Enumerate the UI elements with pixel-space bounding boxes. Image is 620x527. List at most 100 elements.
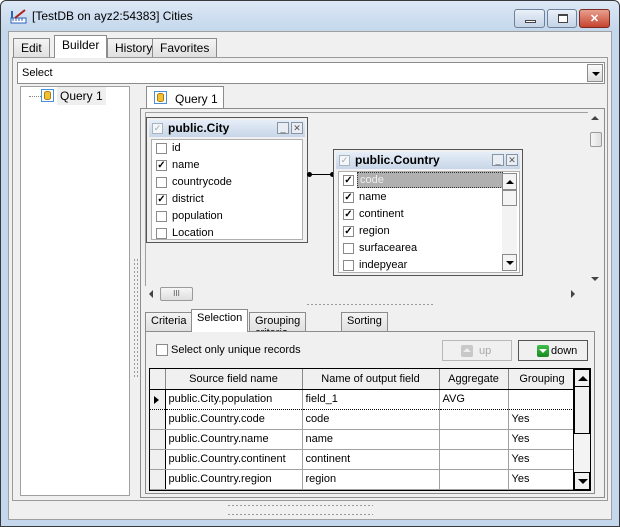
cell-aggregate[interactable] [439, 449, 509, 470]
chevron-down-icon[interactable] [587, 64, 603, 82]
minimize-table-icon[interactable]: _ [277, 122, 289, 134]
cell-aggregate[interactable] [439, 469, 509, 490]
tab-sorting[interactable]: Sorting [341, 312, 388, 331]
table-select-all-checkbox[interactable]: ✓ [339, 155, 350, 166]
table-row[interactable]: public.City.population field_1 AVG [150, 388, 577, 410]
tab-edit[interactable]: Edit [13, 38, 50, 57]
minimize-table-icon[interactable]: _ [492, 154, 504, 166]
table-public-country[interactable]: ✓ public.Country _ ✕ ✓ code ✓ name ✓ contin… [333, 149, 523, 276]
field-checkbox[interactable] [156, 177, 167, 188]
scroll-up-icon[interactable] [591, 116, 599, 120]
move-down-button[interactable]: down [518, 340, 588, 361]
cell-grouping[interactable]: Yes [508, 409, 577, 430]
close-table-icon[interactable]: ✕ [506, 154, 518, 166]
scroll-thumb[interactable] [574, 386, 590, 434]
cell-source-field[interactable]: public.Country.region [165, 469, 303, 490]
bottom-splitter[interactable] [227, 513, 373, 517]
scroll-right-icon[interactable] [571, 290, 575, 298]
scroll-thumb[interactable] [502, 190, 517, 206]
column-header-aggregate[interactable]: Aggregate [439, 369, 509, 390]
cell-source-field[interactable]: public.City.population [165, 388, 303, 410]
field-checkbox[interactable]: ✓ [156, 194, 167, 205]
tab-query-1[interactable]: Query 1 [146, 86, 224, 109]
field-checkbox[interactable]: ✓ [343, 209, 354, 220]
cell-source-field[interactable]: public.Country.code [165, 409, 303, 430]
field-checkbox[interactable] [343, 243, 354, 254]
field-row[interactable]: id [152, 140, 302, 157]
tab-grouping-criteria[interactable]: Grouping criteria [249, 312, 307, 339]
column-header-output-field[interactable]: Name of output field [302, 369, 440, 390]
diagram-vertical-scrollbar[interactable] [588, 112, 602, 286]
tab-selection[interactable]: Selection [191, 309, 249, 332]
query-type-select[interactable]: Select [17, 62, 605, 84]
minimize-button[interactable] [514, 9, 545, 28]
field-checkbox[interactable] [156, 228, 167, 239]
column-header-grouping[interactable]: Grouping [508, 369, 577, 390]
vertical-splitter[interactable] [133, 258, 139, 378]
scroll-down-icon[interactable] [502, 254, 517, 271]
field-list-scrollbar[interactable] [502, 173, 517, 271]
cell-output-field[interactable]: name [302, 429, 440, 450]
scroll-thumb[interactable]: III [160, 287, 193, 301]
field-row[interactable]: ✓ continent [339, 206, 519, 223]
cell-source-field[interactable]: public.Country.name [165, 429, 303, 450]
field-row[interactable]: countrycode [152, 174, 302, 191]
cell-output-field[interactable]: continent [302, 449, 440, 470]
cell-output-field[interactable]: field_1 [302, 388, 440, 410]
bottom-splitter[interactable] [227, 504, 373, 508]
field-checkbox[interactable]: ✓ [343, 226, 354, 237]
field-row[interactable]: indepyear [339, 257, 519, 274]
selection-grid[interactable]: Source field name Name of output field A… [149, 368, 591, 491]
field-row[interactable]: ✓ name [339, 189, 519, 206]
table-header[interactable]: ✓ public.City _ ✕ [149, 120, 305, 137]
row-indicator[interactable] [150, 409, 166, 430]
field-checkbox[interactable] [156, 211, 167, 222]
cell-grouping[interactable]: Yes [508, 429, 577, 450]
field-row[interactable]: surfacearea [339, 240, 519, 257]
table-row[interactable]: public.Country.continent continent Yes [150, 449, 577, 470]
field-row[interactable]: ✓ code [339, 172, 519, 189]
tree-item-query-1[interactable]: Query 1 [57, 87, 106, 105]
scroll-down-icon[interactable] [591, 277, 599, 281]
field-row[interactable]: Location [152, 225, 302, 242]
cell-output-field[interactable]: region [302, 469, 440, 490]
cell-aggregate[interactable] [439, 429, 509, 450]
table-public-city[interactable]: ✓ public.City _ ✕ id ✓ name countrycode ✓… [146, 117, 308, 243]
table-row[interactable]: public.Country.region region Yes [150, 469, 577, 490]
column-header-source-field[interactable]: Source field name [165, 369, 303, 390]
field-checkbox[interactable]: ✓ [343, 192, 354, 203]
grid-vertical-scrollbar[interactable] [573, 369, 590, 490]
scroll-down-icon[interactable] [574, 472, 590, 490]
table-select-all-checkbox[interactable]: ✓ [152, 123, 163, 134]
cell-aggregate[interactable] [439, 409, 509, 430]
scroll-up-icon[interactable] [502, 173, 517, 190]
field-checkbox[interactable] [343, 260, 354, 271]
close-table-icon[interactable]: ✕ [291, 122, 303, 134]
field-checkbox[interactable]: ✓ [156, 160, 167, 171]
row-indicator[interactable] [150, 429, 166, 450]
row-indicator[interactable] [150, 469, 166, 490]
tab-favorites[interactable]: Favorites [152, 38, 218, 57]
field-row[interactable]: ✓ region [339, 223, 519, 240]
scroll-up-icon[interactable] [574, 369, 590, 387]
horizontal-splitter[interactable] [306, 303, 434, 307]
maximize-button[interactable] [547, 9, 577, 28]
cell-grouping[interactable]: Yes [508, 449, 577, 470]
scroll-thumb[interactable] [590, 132, 602, 147]
cell-source-field[interactable]: public.Country.continent [165, 449, 303, 470]
row-indicator[interactable] [150, 449, 166, 470]
move-up-button[interactable]: up [442, 340, 512, 361]
diagram-horizontal-scrollbar[interactable]: III [145, 287, 581, 301]
field-row[interactable]: population [152, 208, 302, 225]
field-checkbox[interactable]: ✓ [343, 175, 354, 186]
unique-records-checkbox[interactable] [156, 344, 168, 356]
row-indicator[interactable] [150, 388, 166, 410]
table-row[interactable]: public.Country.name name Yes [150, 429, 577, 450]
cell-grouping[interactable] [508, 388, 577, 410]
tab-criteria[interactable]: Criteria [145, 312, 193, 331]
cell-output-field[interactable]: code [302, 409, 440, 430]
diagram-canvas[interactable]: ✓ public.City _ ✕ id ✓ name countrycode ✓… [145, 112, 590, 286]
field-row[interactable]: ✓ name [152, 157, 302, 174]
field-checkbox[interactable] [156, 143, 167, 154]
table-row[interactable]: public.Country.code code Yes [150, 409, 577, 430]
